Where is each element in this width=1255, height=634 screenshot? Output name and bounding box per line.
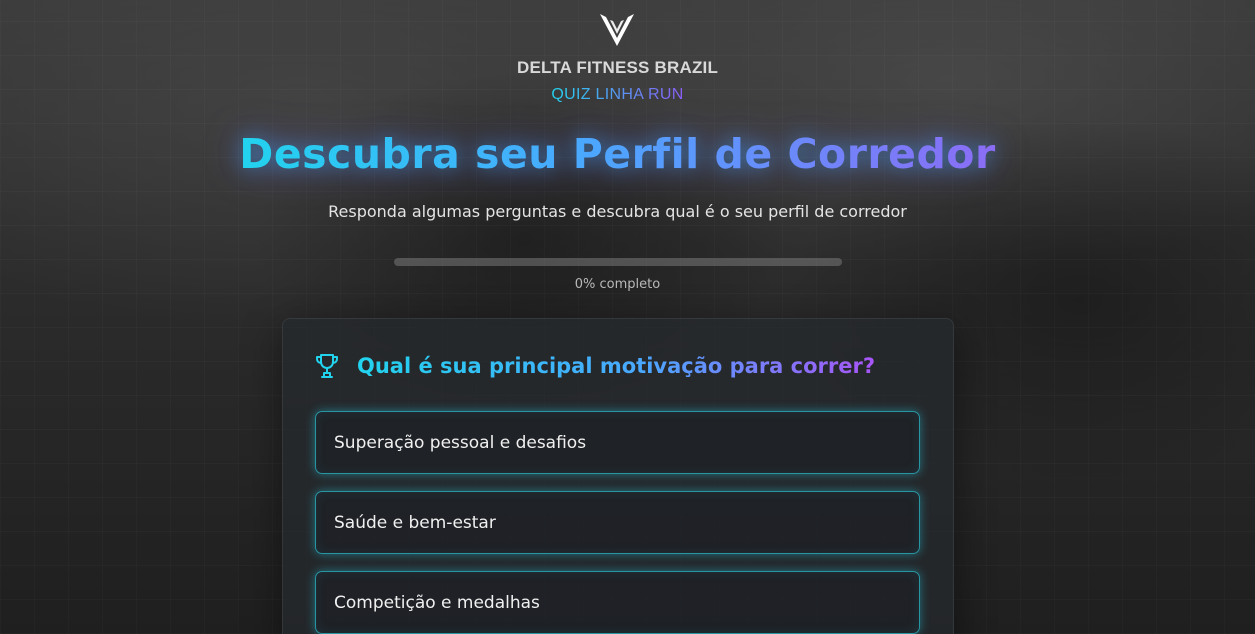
question-card: Qual é sua principal motivação para corr… [282, 318, 954, 634]
quiz-page: DELTA FITNESS BRAZIL QUIZ LINHA RUN Desc… [0, 0, 1255, 634]
quiz-name: QUIZ LINHA RUN [0, 86, 1235, 104]
trophy-icon [316, 354, 338, 378]
quiz-name-text: QUIZ LINHA RUN [551, 86, 684, 103]
question-text: Qual é sua principal motivação para corr… [357, 354, 876, 378]
answer-option-label: Superação pessoal e desafios [334, 432, 587, 453]
answer-option[interactable]: Saúde e bem-estar [315, 491, 920, 554]
brand-name: DELTA FITNESS BRAZIL [516, 58, 719, 77]
page-title-text: Descubra seu Perfil de Corredor [239, 130, 996, 178]
answer-option[interactable]: Competição e medalhas [315, 571, 920, 634]
page-subtitle: Responda algumas perguntas e descubra qu… [328, 202, 907, 221]
answer-option-label: Saúde e bem-estar [334, 512, 496, 533]
progress-label: 0% completo [574, 277, 661, 292]
answer-option-label: Competição e medalhas [334, 592, 540, 613]
progress-bar [394, 258, 842, 266]
delta-v-logo-icon [600, 14, 634, 46]
answer-option[interactable]: Superação pessoal e desafios [315, 411, 920, 474]
page-title: Descubra seu Perfil de Corredor [0, 130, 1235, 178]
question-header: Qual é sua principal motivação para corr… [315, 353, 875, 379]
